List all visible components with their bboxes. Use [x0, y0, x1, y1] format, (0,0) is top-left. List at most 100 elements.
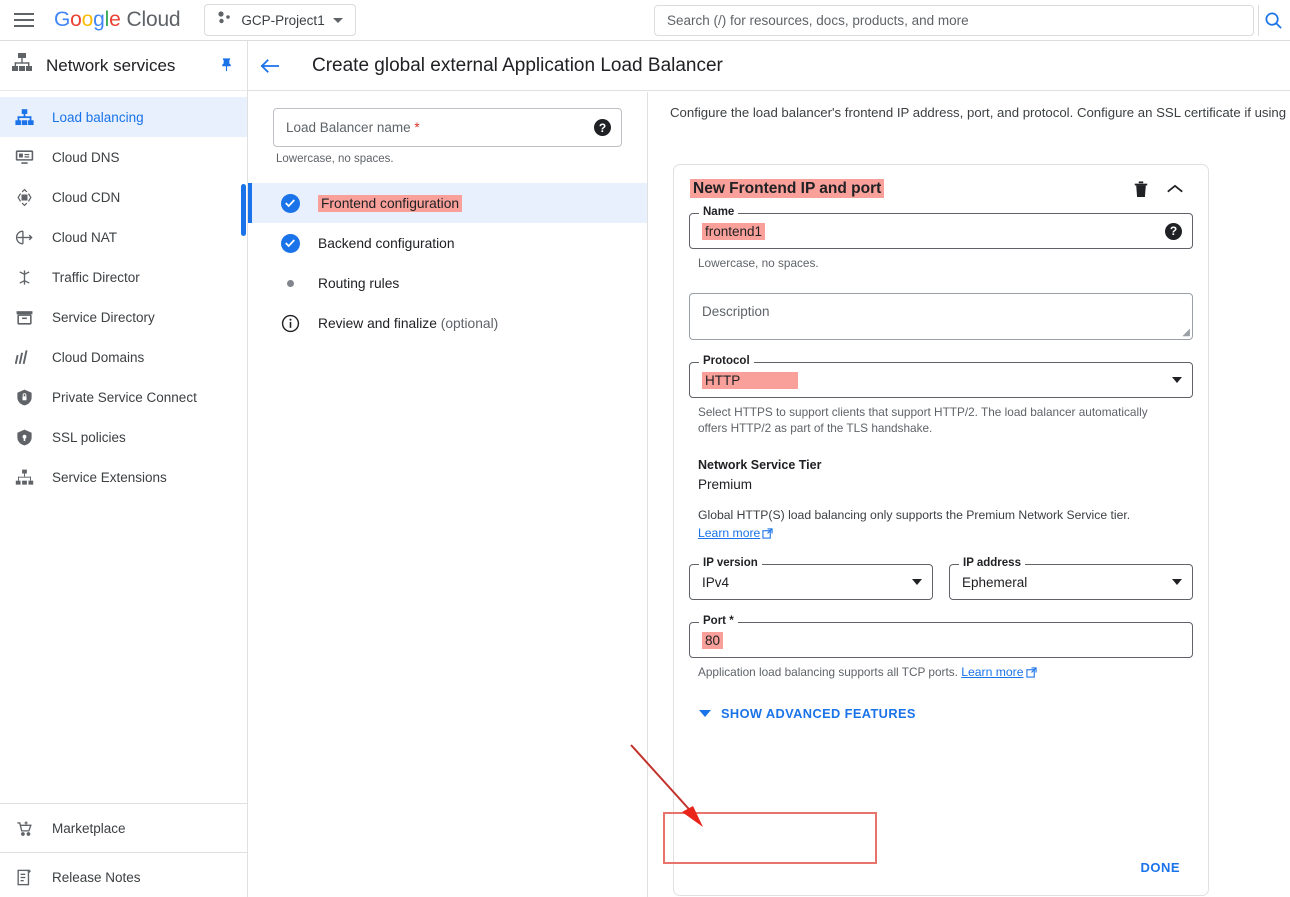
wizard-step-label: Review and finalize	[318, 315, 437, 331]
sidebar-item-load-balancing[interactable]: Load balancing	[0, 97, 247, 137]
load-balancer-name-input[interactable]: Load Balancer name * ?	[273, 108, 622, 147]
sidebar-item-cloud-cdn[interactable]: Cloud CDN	[0, 177, 247, 217]
port-learn-more-link[interactable]: Learn more	[961, 665, 1023, 679]
sidebar-item-service-extensions[interactable]: Service Extensions	[0, 457, 247, 497]
divider	[0, 803, 247, 804]
cloud-cdn-icon	[14, 187, 34, 207]
sidebar-item-cloud-nat[interactable]: Cloud NAT	[0, 217, 247, 257]
cloud-domains-icon	[14, 347, 34, 367]
search-icon[interactable]	[1258, 5, 1288, 36]
app-root: Google Cloud GCP-Project1 Search (/) for…	[0, 0, 1290, 897]
ip-address-value: Ephemeral	[962, 574, 1028, 590]
network-services-icon	[10, 51, 34, 80]
sidebar-item-label: Cloud NAT	[52, 229, 118, 245]
required-marker: *	[414, 120, 420, 135]
panel-description: Configure the load balancer's frontend I…	[670, 105, 1290, 120]
back-arrow-icon[interactable]	[248, 57, 292, 75]
network-service-tier-note: Global HTTP(S) load balancing only suppo…	[698, 508, 1131, 522]
logo-word-cloud: Cloud	[126, 8, 181, 31]
protocol-value: HTTP	[702, 371, 799, 389]
hamburger-icon[interactable]	[0, 0, 48, 41]
ip-version-value: IPv4	[702, 574, 730, 590]
sidebar-item-release-notes[interactable]: Release Notes	[0, 857, 247, 897]
sidebar-item-service-directory[interactable]: Service Directory	[0, 297, 247, 337]
frontend-name-input[interactable]: Name frontend1 ?	[689, 206, 1193, 249]
page-header: Create global external Application Load …	[248, 41, 1290, 91]
service-directory-icon	[14, 307, 34, 327]
search-input[interactable]	[665, 12, 1243, 29]
frontend-description-placeholder: Description	[702, 304, 770, 319]
wizard-step-label: Backend configuration	[318, 235, 455, 251]
ip-version-label: IP version	[699, 557, 762, 569]
sidebar-item-label: Cloud Domains	[52, 349, 145, 365]
pin-icon[interactable]	[218, 57, 235, 74]
show-advanced-features-button[interactable]: SHOW ADVANCED FEATURES	[699, 706, 1208, 721]
sidebar-item-ssl-policies[interactable]: SSL policies	[0, 417, 247, 457]
page-title: Create global external Application Load …	[312, 54, 723, 76]
project-name: GCP-Project1	[241, 12, 325, 28]
sidebar-item-label: Cloud CDN	[52, 189, 121, 205]
chevron-down-icon	[332, 17, 343, 23]
left-sidebar: Network services Load balancing Cloud DN…	[0, 41, 248, 897]
wizard-step-frontend-configuration[interactable]: Frontend configuration	[248, 183, 647, 223]
sidebar-item-label: Load balancing	[52, 109, 144, 125]
google-cloud-logo[interactable]: Google Cloud	[54, 8, 181, 32]
help-icon[interactable]: ?	[1165, 222, 1182, 240]
ip-address-select[interactable]: IP address Ephemeral	[949, 557, 1193, 600]
external-link-icon	[762, 526, 773, 544]
port-label: Port *	[699, 615, 738, 627]
network-tier-learn-more-link[interactable]: Learn more	[698, 526, 760, 540]
divider	[0, 852, 247, 853]
chevron-down-icon	[912, 579, 922, 585]
sidebar-item-label: Private Service Connect	[52, 389, 197, 405]
logo-letter-o2: o	[81, 8, 94, 31]
frontend-name-value: frontend1	[702, 222, 766, 240]
resize-grip-icon[interactable]: ◢	[1182, 327, 1190, 338]
wizard-step-routing-rules[interactable]: Routing rules	[248, 263, 647, 303]
logo-letter-g2: g	[93, 8, 105, 31]
traffic-director-icon	[14, 267, 34, 287]
search-box[interactable]	[654, 5, 1254, 36]
help-icon[interactable]: ?	[594, 119, 611, 136]
protocol-select[interactable]: Protocol HTTP	[689, 355, 1193, 398]
ssl-policies-icon	[14, 427, 34, 447]
ip-version-select[interactable]: IP version IPv4	[689, 557, 933, 600]
chevron-down-icon	[699, 710, 711, 717]
done-button[interactable]: DONE	[1128, 852, 1192, 883]
protocol-label: Protocol	[699, 355, 754, 367]
wizard-step-label: Frontend configuration	[318, 194, 463, 212]
ip-address-label: IP address	[959, 557, 1025, 569]
step-pending-icon	[280, 273, 300, 293]
top-bar: Google Cloud GCP-Project1	[0, 0, 1290, 41]
wizard-step-backend-configuration[interactable]: Backend configuration	[248, 223, 647, 263]
sidebar-nav-list: Load balancing Cloud DNS Cloud CDN Cloud…	[0, 91, 247, 497]
sidebar-item-label: Service Extensions	[52, 469, 167, 485]
wizard-step-review-and-finalize[interactable]: Review and finalize (optional)	[248, 303, 647, 343]
sidebar-item-private-service-connect[interactable]: Private Service Connect	[0, 377, 247, 417]
port-input[interactable]: Port * 80	[689, 615, 1193, 658]
load-balancer-name-hint: Lowercase, no spaces.	[276, 153, 394, 165]
network-service-tier-label: Network Service Tier	[698, 458, 822, 472]
chevron-up-icon[interactable]	[1158, 172, 1192, 206]
step-complete-icon	[280, 193, 300, 213]
marketplace-icon	[14, 818, 34, 838]
card-header: New Frontend IP and port	[674, 165, 1208, 213]
logo-letter-o1: o	[70, 8, 82, 31]
trash-icon[interactable]	[1124, 172, 1158, 206]
wizard-steps-panel: Load Balancer name * ? Lowercase, no spa…	[248, 92, 648, 897]
frontend-name-hint: Lowercase, no spaces.	[698, 256, 819, 270]
sidebar-item-traffic-director[interactable]: Traffic Director	[0, 257, 247, 297]
sidebar-bottom-nav: Marketplace Release Notes	[0, 799, 247, 897]
port-value: 80	[702, 631, 724, 649]
sidebar-item-cloud-domains[interactable]: Cloud Domains	[0, 337, 247, 377]
sidebar-item-marketplace[interactable]: Marketplace	[0, 808, 247, 848]
sidebar-item-label: Cloud DNS	[52, 149, 120, 165]
sidebar-header: Network services	[0, 41, 247, 91]
network-service-tier-value: Premium	[698, 477, 753, 492]
cloud-dns-icon	[14, 147, 34, 167]
project-selector[interactable]: GCP-Project1	[204, 4, 356, 36]
frontend-description-textarea[interactable]: Description ◢	[689, 293, 1193, 340]
sidebar-scrollbar[interactable]	[241, 184, 246, 236]
sidebar-item-cloud-dns[interactable]: Cloud DNS	[0, 137, 247, 177]
sidebar-item-label: SSL policies	[52, 429, 126, 445]
